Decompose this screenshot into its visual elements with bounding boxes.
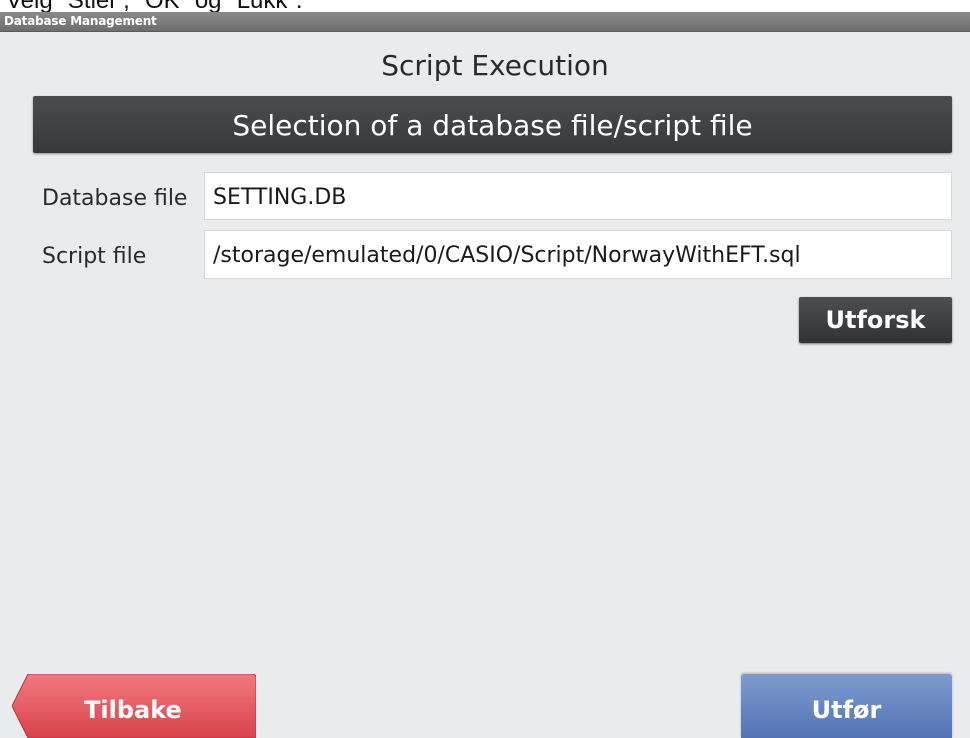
explore-button[interactable]: Utforsk bbox=[799, 297, 952, 343]
script-file-label: Script file bbox=[42, 244, 147, 269]
page-title: Script Execution bbox=[381, 49, 609, 82]
cropped-caption-text: Velg "Stiel", "OK" og "Lukk". bbox=[6, 0, 303, 12]
window-titlebar: Database Management bbox=[0, 12, 970, 32]
back-button-label: Tilbake bbox=[84, 696, 182, 724]
script-file-field[interactable]: /storage/emulated/0/CASIO/Script/NorwayW… bbox=[204, 230, 952, 279]
window-title: Database Management bbox=[4, 14, 157, 28]
execute-button-label: Utfør bbox=[811, 696, 882, 724]
section-header-title: Selection of a database file/script file bbox=[232, 109, 753, 142]
database-file-field[interactable]: SETTING.DB bbox=[204, 172, 952, 220]
cropped-caption: Velg "Stiel", "OK" og "Lukk". bbox=[0, 0, 970, 12]
back-button[interactable]: Tilbake bbox=[12, 674, 256, 738]
database-file-label: Database file bbox=[42, 186, 188, 211]
execute-button[interactable]: Utfør bbox=[741, 674, 952, 738]
section-header: Selection of a database file/script file bbox=[33, 96, 952, 153]
